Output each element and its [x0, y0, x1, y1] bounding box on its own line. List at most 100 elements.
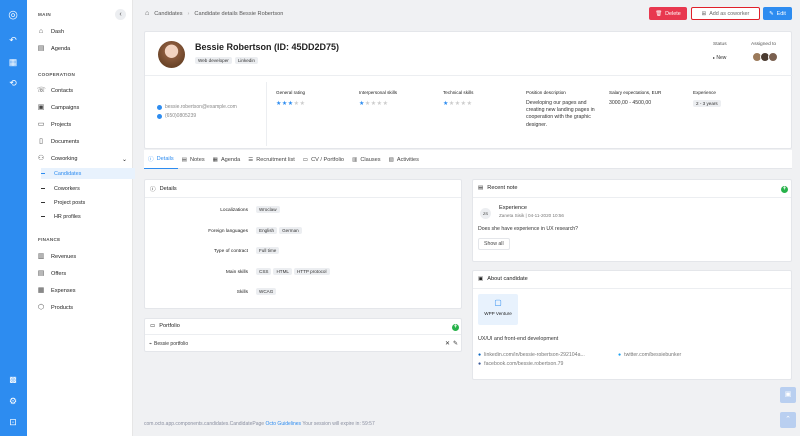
company-card[interactable]: ▢ WPP Venture [478, 294, 518, 325]
chevron-left-icon: ‹ [119, 11, 122, 18]
divider [473, 197, 791, 198]
candidate-avatar [158, 41, 185, 68]
coworking-icon: ⚇ [37, 155, 45, 162]
sidebar: MAIN ⌂ Dash ▤ Agenda COOPERATION ☏ Contacts… [27, 0, 135, 436]
sidebar-item-dash[interactable]: ⌂ Dash [37, 26, 127, 38]
offers-icon: ▤ [37, 270, 45, 277]
sidebar-subitem-project-posts[interactable]: Project posts [41, 197, 135, 208]
technical-skills-stars[interactable]: ★★★★★ [443, 100, 472, 107]
sidebar-item-agenda[interactable]: ▤ Agenda [37, 43, 127, 55]
portfolio-item[interactable]: ⌁ Bessie portfolio [149, 341, 188, 347]
star-empty-icon[interactable]: ★ [300, 101, 306, 107]
sidebar-item-documents[interactable]: ▯ Documents [37, 136, 127, 148]
home-icon[interactable]: ⌂ [145, 10, 149, 17]
chevron-down-icon: ⌄ [121, 156, 127, 163]
footer-class-path: com.octo.app.components.candidates.Candi… [144, 421, 265, 427]
clauses-icon: ▥ [352, 156, 358, 163]
expenses-icon: ▦ [37, 287, 45, 294]
sync-icon[interactable]: ⟲ [6, 76, 20, 90]
add-as-coworker-button[interactable]: ⊞ Add as coworker [691, 7, 760, 20]
tab-label: Details [156, 156, 174, 162]
products-icon: ⬡ [37, 304, 45, 311]
revenues-icon: ▥ [37, 253, 45, 260]
tab-clauses[interactable]: ▥ Clauses [348, 150, 385, 169]
close-icon[interactable]: ✕ [445, 340, 450, 347]
session-expiry-text: Your session will expire in: 59:57 [302, 421, 375, 427]
delete-button[interactable]: 🗑 Delete [649, 7, 687, 20]
tab-agenda[interactable]: ▦ Agenda [209, 150, 245, 169]
linkedin-link[interactable]: ● linkedin.com/in/bessie-robertson-292104… [478, 352, 585, 358]
contact-phone[interactable]: (650)0805239 [157, 113, 196, 119]
sidebar-item-label: Campaigns [51, 105, 80, 111]
delete-button-label: Delete [665, 10, 681, 17]
sidebar-item-projects[interactable]: ▭ Projects [37, 119, 127, 131]
about-text: UX/UI and front-end development [478, 336, 559, 342]
contact-email[interactable]: bessie.robertson@example.com [157, 104, 237, 110]
company-name: WPP Venture [484, 311, 512, 316]
twitter-link[interactable]: ● twitter.com/bessiebunker [618, 352, 681, 358]
tab-cv-portfolio[interactable]: ▭ CV / Portfolio [299, 150, 348, 169]
octo-guidelines-link[interactable]: Octo Guidelines [265, 421, 301, 427]
edit-icon[interactable]: ✎ [453, 340, 458, 347]
sidebar-item-offers[interactable]: ▤ Offers [37, 268, 127, 280]
list-icon: ☰ [248, 156, 254, 163]
tab-label: Clauses [360, 156, 381, 163]
sidebar-subitem-hr-profiles[interactable]: HR profiles [41, 211, 135, 222]
add-note-button[interactable]: + [781, 186, 788, 193]
position-description-label: Position description [526, 90, 566, 95]
logo-icon[interactable]: ◎ [6, 8, 20, 22]
lock-icon[interactable]: ⊡ [6, 415, 20, 429]
detail-label: Skills [236, 290, 248, 295]
facebook-text: facebook.com/bessie.robertson.79 [484, 361, 564, 367]
star-empty-icon[interactable]: ★ [383, 101, 389, 107]
settings-icon[interactable]: ⚙ [6, 394, 20, 408]
phone-icon [157, 113, 162, 119]
status-value[interactable]: ▸ New [713, 55, 726, 61]
activities-icon: ▧ [388, 156, 394, 163]
edit-button[interactable]: ✎ Edit [763, 7, 792, 20]
note-meta: Zaneta Sisik | 04-11-2020 10:56 [499, 213, 564, 218]
note-heading[interactable]: Experience [499, 205, 527, 211]
detail-row-foreign-languages: Foreign languages English German [145, 227, 463, 237]
sidebar-item-revenues[interactable]: ▥ Revenues [37, 251, 127, 263]
tag-web-developer: Web developer [195, 57, 232, 64]
sidebar-item-contacts[interactable]: ☏ Contacts [37, 85, 127, 97]
general-rating-stars[interactable]: ★★★★★ [276, 100, 305, 107]
sidebar-heading-cooperation: COOPERATION [38, 72, 76, 77]
collapse-sidebar-button[interactable]: ‹ [115, 9, 126, 20]
facebook-link[interactable]: ● facebook.com/bessie.robertson.79 [478, 361, 563, 367]
sidebar-subitem-label: HR profiles [54, 213, 81, 220]
tab-activities[interactable]: ▧ Activities [385, 150, 423, 169]
sidebar-item-expenses[interactable]: ▦ Expenses [37, 285, 127, 297]
sidebar-item-products[interactable]: ⬡ Products [37, 302, 127, 314]
detail-value-tag: WCAG [256, 288, 277, 295]
tab-details[interactable]: ⓘ Details [144, 150, 178, 169]
scroll-up-icon[interactable]: ⌃ [780, 412, 796, 428]
documents-icon: ▯ [39, 138, 43, 145]
sidebar-item-campaigns[interactable]: ▣ Campaigns [37, 102, 127, 114]
sidebar-item-label: Offers [51, 271, 67, 277]
sidebar-item-coworking[interactable]: ⚇ Coworking ⌄ [37, 153, 127, 165]
user-add-icon: ⊞ [701, 10, 707, 17]
back-icon[interactable]: ↶ [6, 33, 20, 47]
caret-icon: ▸ [713, 55, 716, 60]
footer: com.octo.app.components.candidates.Candi… [144, 421, 375, 427]
uk-flag-icon[interactable]: ▩ [6, 373, 20, 387]
detail-row-skills: Skills WCAG [145, 288, 463, 298]
star-empty-icon[interactable]: ★ [467, 101, 473, 107]
detail-value-tag: Full time [256, 247, 280, 254]
tab-notes[interactable]: ▤ Notes [178, 150, 209, 169]
breadcrumb-root[interactable]: Candidates [154, 11, 182, 17]
recent-note-title-text: Recent note [487, 185, 518, 191]
interpersonal-skills-stars[interactable]: ★★★★★ [359, 100, 388, 107]
show-all-button[interactable]: Show all [478, 238, 510, 250]
sidebar-subitem-coworkers[interactable]: Coworkers [41, 183, 135, 194]
apps-grid-icon[interactable]: ▦ [6, 55, 20, 69]
add-portfolio-button[interactable]: + [452, 324, 459, 331]
copy-icon[interactable]: ▣ [780, 387, 796, 403]
recent-note-title: ▤ Recent note [478, 185, 517, 191]
tab-recruitment-list[interactable]: ☰ Recruitment list [244, 150, 299, 169]
assignee-avatar[interactable] [768, 52, 778, 62]
candidate-profile-card: Bessie Robertson (ID: 45DD2D75) Web deve… [144, 31, 793, 149]
sidebar-subitem-candidates[interactable]: Candidates [41, 168, 135, 179]
